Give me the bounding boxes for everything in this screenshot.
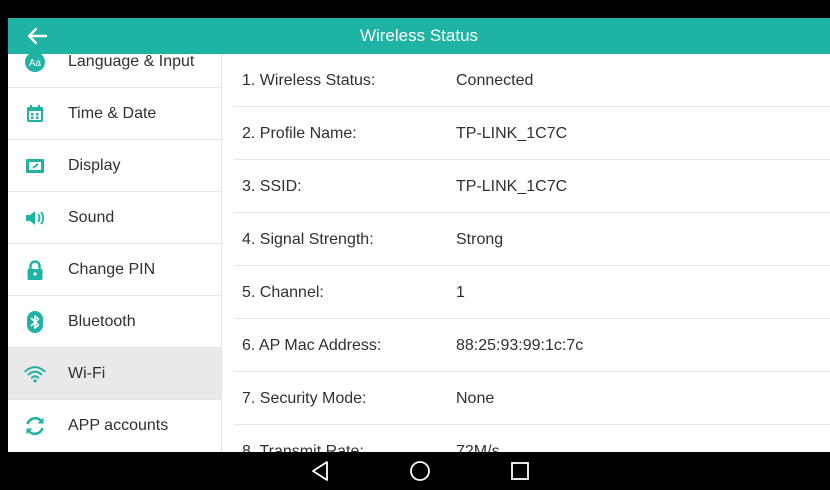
status-row-profile-name[interactable]: 2. Profile Name: TP-LINK_1C7C — [222, 107, 830, 160]
row-label: 2. Profile Name: — [242, 125, 357, 142]
sidebar-item-sound[interactable]: Sound — [8, 192, 221, 244]
wireless-status-list: 1. Wireless Status: Connected 2. Profile… — [222, 54, 830, 452]
speaker-icon — [24, 207, 46, 229]
wifi-icon — [24, 363, 46, 385]
row-value: Strong — [456, 231, 504, 248]
status-row-channel[interactable]: 5. Channel: 1 — [222, 266, 830, 319]
status-row-ap-mac-address[interactable]: 6. AP Mac Address: 88:25:93:99:1c:7c — [222, 319, 830, 372]
sidebar-item-app-accounts[interactable]: APP accounts — [8, 400, 221, 452]
sync-icon — [24, 415, 46, 437]
sidebar-item-time-date[interactable]: Time & Date — [8, 88, 221, 140]
nav-home-icon[interactable] — [403, 456, 437, 486]
sidebar-item-label: Time & Date — [68, 105, 157, 122]
row-value: 1 — [456, 284, 465, 301]
row-value: None — [456, 390, 495, 407]
row-value: Connected — [456, 72, 534, 89]
row-label: 6. AP Mac Address: — [242, 337, 382, 354]
sidebar: Aa Language & Input Time & Date Display … — [8, 54, 222, 452]
sidebar-item-label: Change PIN — [68, 261, 156, 278]
sidebar-item-label: Wi-Fi — [68, 365, 106, 382]
sidebar-item-label: Language & Input — [68, 54, 195, 70]
lock-icon — [24, 259, 46, 281]
row-value: TP-LINK_1C7C — [456, 125, 568, 142]
sidebar-item-label: Display — [68, 157, 121, 174]
row-label: 1. Wireless Status: — [242, 72, 376, 89]
status-row-ssid[interactable]: 3. SSID: TP-LINK_1C7C — [222, 160, 830, 213]
status-row-transmit-rate[interactable]: 8. Transmit Rate: 72M/s — [222, 425, 830, 452]
screen: Wireless Status Aa Language & Input Time… — [8, 18, 830, 490]
bluetooth-icon — [24, 311, 46, 333]
navigation-bar — [8, 452, 830, 490]
row-label: 8. Transmit Rate: — [242, 443, 364, 452]
row-label: 7. Security Mode: — [242, 390, 367, 407]
row-label: 4. Signal Strength: — [242, 231, 374, 248]
sidebar-item-wifi[interactable]: Wi-Fi — [8, 348, 221, 400]
row-value: 72M/s — [456, 443, 500, 452]
svg-text:Aa: Aa — [29, 58, 42, 69]
row-label: 3. SSID: — [242, 178, 302, 195]
row-value: 88:25:93:99:1c:7c — [456, 337, 584, 354]
row-label: 5. Channel: — [242, 284, 324, 301]
display-icon — [24, 155, 46, 177]
sidebar-item-bluetooth[interactable]: Bluetooth — [8, 296, 221, 348]
title-bar: Wireless Status — [8, 18, 830, 54]
sidebar-item-label: Sound — [68, 209, 115, 226]
status-row-wireless-status[interactable]: 1. Wireless Status: Connected — [222, 54, 830, 107]
status-row-signal-strength[interactable]: 4. Signal Strength: Strong — [222, 213, 830, 266]
language-icon: Aa — [24, 54, 46, 73]
sidebar-item-display[interactable]: Display — [8, 140, 221, 192]
calendar-icon — [24, 103, 46, 125]
status-row-security-mode[interactable]: 7. Security Mode: None — [222, 372, 830, 425]
nav-recents-icon[interactable] — [503, 456, 537, 486]
sidebar-item-label: APP accounts — [68, 417, 169, 434]
row-value: TP-LINK_1C7C — [456, 178, 568, 195]
sidebar-item-label: Bluetooth — [68, 313, 136, 330]
sidebar-item-change-pin[interactable]: Change PIN — [8, 244, 221, 296]
sidebar-item-language-input[interactable]: Aa Language & Input — [8, 54, 221, 88]
nav-back-icon[interactable] — [303, 456, 337, 486]
page-title: Wireless Status — [359, 26, 479, 45]
